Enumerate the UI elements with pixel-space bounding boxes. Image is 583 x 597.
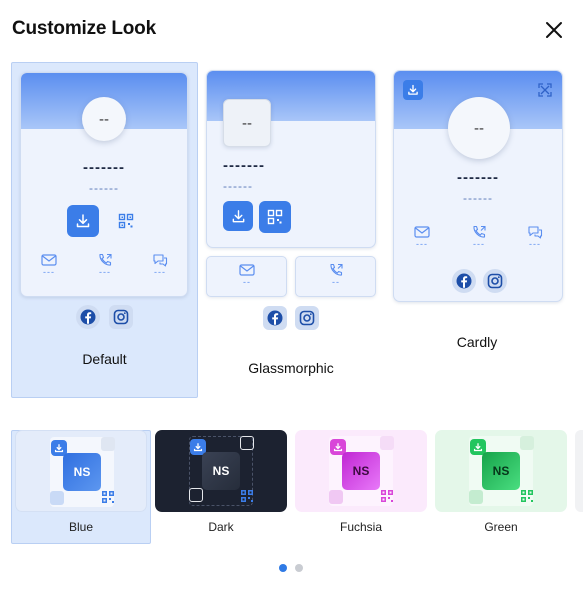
initials-badge: NS [63, 453, 101, 491]
mail-icon [414, 226, 430, 238]
close-icon [546, 22, 562, 38]
download-button[interactable] [67, 205, 99, 237]
theme-name: Green [484, 520, 518, 534]
qr-code-icon [241, 490, 253, 502]
avatar-placeholder: -- [242, 114, 252, 132]
contact-chat[interactable]: --- [521, 225, 549, 249]
facebook-link[interactable] [452, 269, 476, 293]
qr-button[interactable] [113, 208, 139, 234]
instagram-icon [487, 273, 503, 289]
theme-preview: NS [15, 430, 147, 512]
contact-value: --- [416, 239, 428, 249]
chat-icon [153, 254, 168, 267]
facebook-icon [80, 309, 96, 325]
page-dot-2[interactable] [295, 564, 303, 572]
download-icon [408, 84, 418, 95]
instagram-link[interactable] [483, 269, 507, 293]
initials-badge: NS [342, 452, 380, 490]
layout-preview-default: -- ------- ------ --- --- --- [20, 72, 188, 297]
layout-preview-cardly: -- ------- ------ --- --- --- [393, 70, 563, 302]
theme-option-green[interactable]: NS Green [435, 430, 567, 534]
layout-option-default[interactable]: -- ------- ------ --- --- --- Default [11, 62, 198, 398]
contact-phone[interactable]: --- [465, 225, 493, 249]
name-placeholder: ------- [223, 157, 265, 174]
mail-icon [41, 254, 57, 266]
theme-preview: NS [155, 430, 287, 512]
contact-value: -- [243, 277, 251, 287]
layout-preview-glassmorphic: -- ------- ------ [206, 70, 376, 248]
contact-value: --- [529, 239, 541, 249]
phone-icon [473, 225, 486, 238]
theme-preview: NS [295, 430, 427, 512]
layout-name: Default [82, 351, 127, 367]
chat-icon [528, 226, 543, 239]
close-button[interactable] [544, 20, 564, 40]
avatar: -- [223, 99, 271, 147]
avatar-placeholder: -- [474, 119, 484, 137]
avatar: -- [448, 97, 510, 159]
facebook-link[interactable] [76, 305, 100, 329]
theme-option-blue[interactable]: NS Blue [15, 430, 147, 534]
contact-value: -- [332, 277, 340, 287]
expand-button[interactable] [538, 83, 552, 97]
contact-phone[interactable]: -- [295, 256, 376, 297]
initials-badge: NS [482, 452, 520, 490]
contact-value: --- [99, 267, 111, 277]
title-placeholder: ------ [89, 181, 119, 195]
title-placeholder: ------ [223, 179, 253, 193]
contact-value: --- [43, 267, 55, 277]
layout-name: Glassmorphic [248, 360, 334, 376]
theme-name: Fuchsia [339, 520, 383, 534]
qr-code-icon [102, 491, 114, 503]
theme-option-dark[interactable]: NS Dark [155, 430, 287, 534]
name-placeholder: ------- [83, 159, 125, 176]
qr-code-icon [118, 213, 134, 229]
download-icon [76, 214, 90, 228]
qr-button[interactable] [259, 201, 291, 233]
theme-option-fuchsia[interactable]: NS Fuchsia [295, 430, 427, 534]
avatar-placeholder: -- [99, 110, 109, 128]
theme-preview: NS [435, 430, 567, 512]
contact-email[interactable]: --- [35, 253, 63, 277]
contact-email[interactable]: --- [408, 225, 436, 249]
instagram-link[interactable] [295, 306, 319, 330]
name-placeholder: ------- [457, 169, 499, 186]
phone-icon [330, 263, 343, 276]
theme-name: Dark [208, 520, 234, 534]
download-button[interactable] [403, 80, 423, 100]
contact-phone[interactable]: --- [91, 253, 119, 277]
qr-code-icon [267, 209, 283, 225]
facebook-icon [456, 273, 472, 289]
qr-code-icon [521, 490, 533, 502]
download-icon [232, 209, 244, 222]
avatar: -- [82, 97, 126, 141]
layout-option-glassmorphic[interactable]: -- ------- ------ -- -- Glassmorphic [204, 66, 378, 396]
contact-value: --- [154, 267, 166, 277]
facebook-icon [267, 310, 283, 326]
instagram-link[interactable] [109, 305, 133, 329]
download-button[interactable] [223, 201, 253, 231]
expand-icon [538, 83, 552, 97]
phone-icon [99, 253, 112, 266]
contact-value: --- [473, 239, 485, 249]
theme-name: Blue [68, 520, 94, 534]
layout-option-cardly[interactable]: -- ------- ------ --- --- --- Cardly [391, 68, 563, 358]
contact-chat[interactable]: --- [146, 253, 174, 277]
mail-icon [239, 264, 255, 276]
dialog-title: Customize Look [12, 18, 156, 39]
facebook-link[interactable] [263, 306, 287, 330]
title-placeholder: ------ [463, 191, 493, 205]
qr-code-icon [381, 490, 393, 502]
initials-badge: NS [202, 452, 240, 490]
layout-name: Cardly [456, 334, 498, 350]
instagram-icon [113, 309, 129, 325]
theme-option-next-partial[interactable] [575, 430, 583, 512]
page-dot-1[interactable] [279, 564, 287, 572]
contact-email[interactable]: -- [206, 256, 287, 297]
instagram-icon [299, 310, 315, 326]
